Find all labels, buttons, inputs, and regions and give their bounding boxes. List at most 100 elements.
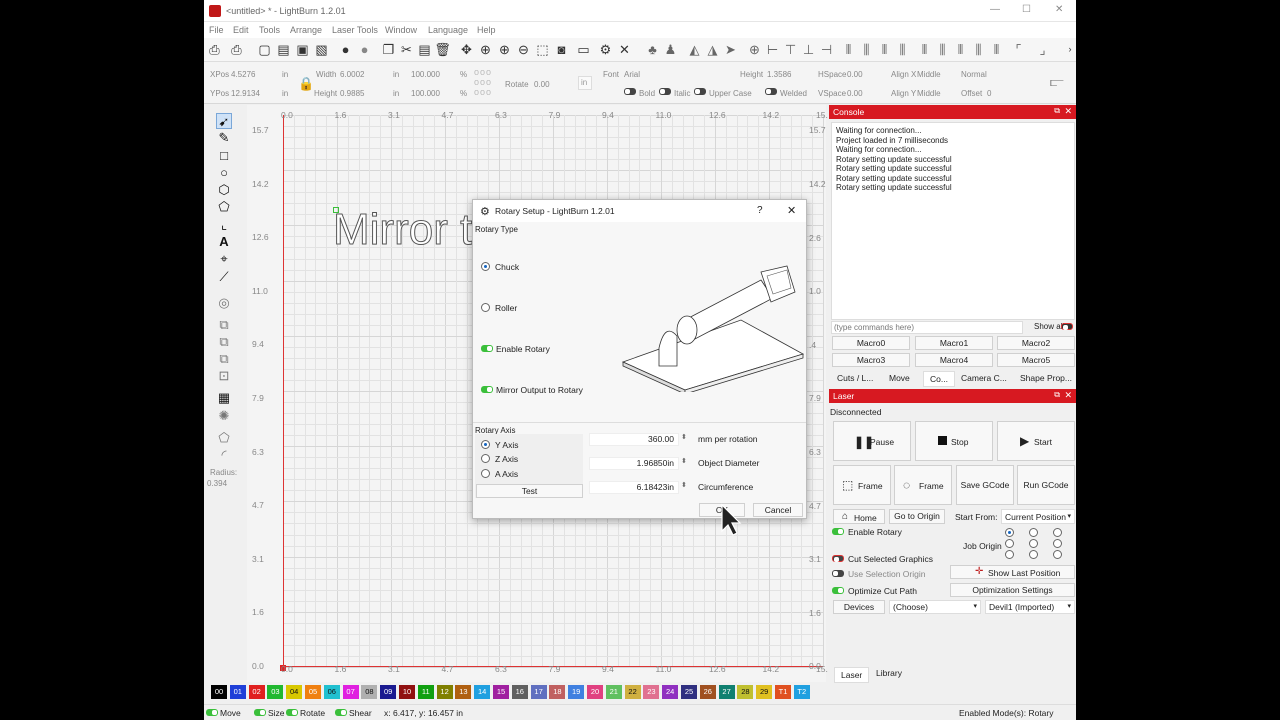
select-icon[interactable]: ➹ — [216, 113, 232, 129]
mirror-h-icon[interactable]: ◭ — [686, 41, 703, 58]
palette-swatch[interactable]: 05 — [305, 685, 321, 699]
space-v-icon[interactable]: ⫼ — [894, 41, 911, 58]
home-button[interactable]: ⌂ Home — [833, 509, 885, 524]
palette-swatch[interactable]: 03 — [267, 685, 284, 699]
palette-swatch[interactable]: 01 — [229, 685, 246, 699]
paste-icon[interactable]: ▤ — [416, 41, 433, 58]
stop-button[interactable]: Stop — [915, 421, 993, 461]
palette-swatch[interactable]: T2 — [793, 685, 810, 699]
devices-button[interactable]: Devices — [833, 600, 885, 614]
palette-swatch[interactable]: 08 — [361, 685, 378, 699]
dock-left-icon[interactable]: ⫼ — [934, 41, 951, 58]
scale-height-value[interactable]: 100.000 — [411, 89, 440, 98]
corner-br-icon[interactable]: ⌟ — [1034, 41, 1051, 58]
menu-edit[interactable]: Edit — [233, 25, 249, 35]
palette-swatch[interactable]: 12 — [436, 685, 453, 699]
lock-icon[interactable]: 🔒 — [298, 76, 314, 92]
text-icon[interactable]: A — [216, 234, 232, 250]
align-right-icon[interactable]: ⊣ — [818, 41, 835, 58]
radius-value[interactable]: 0.394 — [207, 479, 227, 488]
palette-swatch[interactable]: 24 — [662, 685, 679, 699]
palette-swatch[interactable]: 06 — [323, 685, 340, 699]
object-diameter-input[interactable]: 1.96850in — [589, 457, 679, 470]
optimize-cut-path-toggle[interactable] — [832, 587, 844, 594]
size-toggle[interactable] — [254, 709, 266, 716]
device-choose-select[interactable]: (Choose) ▾ — [889, 600, 981, 614]
circumference-input[interactable]: 6.18423in — [589, 481, 679, 494]
offset-value[interactable]: 0 — [987, 89, 991, 98]
palette-swatch[interactable]: 09 — [380, 685, 397, 699]
welded-toggle[interactable] — [765, 88, 777, 95]
ungroup-icon[interactable]: ♟ — [662, 41, 679, 58]
more-chevron-icon[interactable]: › — [1066, 41, 1074, 58]
circumference-spinner[interactable]: ⬍ — [681, 481, 687, 489]
tab-cuts-layers[interactable]: Cuts / L... — [837, 373, 873, 383]
settings-icon[interactable]: ⚙ — [597, 41, 614, 58]
tab-shape-properties[interactable]: Shape Prop... — [1020, 373, 1072, 383]
device-select[interactable]: Devil1 (Imported) ▾ — [985, 600, 1075, 614]
monitor-icon[interactable]: ▭ — [575, 41, 592, 58]
macro5-button[interactable]: Macro5 — [997, 353, 1075, 367]
upper-case-toggle[interactable] — [694, 88, 706, 95]
dock-top-icon[interactable]: ⫼ — [970, 41, 987, 58]
zoom-in-icon[interactable]: ⊕ — [496, 41, 513, 58]
pause-button[interactable]: ❚❚ Pause — [833, 421, 911, 461]
circular-array-icon[interactable]: ✺ — [216, 408, 232, 424]
dialog-help-button[interactable]: ? — [757, 205, 763, 216]
palette-swatch[interactable]: 20 — [587, 685, 603, 699]
palette-swatch[interactable]: 21 — [605, 685, 622, 699]
use-selection-origin-toggle[interactable] — [832, 570, 844, 577]
xpos-value[interactable]: 4.5276 — [231, 70, 255, 79]
menu-language[interactable]: Language — [428, 25, 468, 35]
palette-swatch[interactable]: 10 — [399, 685, 415, 699]
frame-button[interactable]: ⬚ Frame — [833, 465, 891, 505]
selection-handle[interactable] — [333, 207, 339, 213]
minimize-button[interactable]: — — [990, 4, 1000, 15]
palette-swatch[interactable]: 25 — [681, 685, 697, 699]
job-origin-radio[interactable] — [1005, 528, 1014, 537]
align-center-icon[interactable]: ⊕ — [746, 41, 763, 58]
save-gcode-button[interactable]: Save GCode — [956, 465, 1014, 505]
palette-swatch[interactable]: 17 — [530, 685, 547, 699]
boolean-union-icon[interactable]: ⧉ — [216, 317, 232, 333]
tab-console[interactable]: Co... — [923, 371, 955, 387]
maximize-button[interactable]: ☐ — [1022, 4, 1031, 15]
open-folder-icon[interactable]: ▤ — [275, 41, 292, 58]
rectangle-icon[interactable]: □ — [216, 148, 232, 164]
palette-swatch[interactable]: 18 — [549, 685, 566, 699]
menu-arrange[interactable]: Arrange — [290, 25, 322, 35]
boolean-intersect-icon[interactable]: ⧉ — [216, 351, 232, 367]
menu-file[interactable]: File — [209, 25, 224, 35]
job-origin-radio[interactable] — [1053, 528, 1062, 537]
save-icon[interactable]: ▣ — [294, 41, 311, 58]
edit-nodes-icon[interactable]: ✎ — [216, 130, 232, 146]
macro1-button[interactable]: Macro1 — [915, 336, 993, 350]
cut-icon[interactable]: ✂ — [398, 41, 415, 58]
alignx-select[interactable]: Middle — [917, 70, 941, 79]
palette-swatch[interactable]: 27 — [718, 685, 735, 699]
shear-toggle[interactable] — [335, 709, 347, 716]
print-icon[interactable]: ⎙ — [206, 41, 223, 58]
palette-swatch[interactable]: 29 — [756, 685, 773, 699]
frame-circle-button[interactable]: ◌ Frame — [894, 465, 952, 505]
mirror-v-icon[interactable]: ◮ — [704, 41, 721, 58]
show-all-toggle[interactable] — [1061, 323, 1073, 330]
show-last-position-button[interactable]: ✛ Show Last Position — [950, 565, 1075, 579]
distribute-v-icon[interactable]: ⫼ — [858, 41, 875, 58]
job-origin-radio[interactable] — [1005, 539, 1014, 548]
y-axis-radio[interactable] — [481, 440, 490, 449]
bold-toggle[interactable] — [624, 88, 636, 95]
palette-swatch[interactable]: 07 — [342, 685, 359, 699]
tab-laser[interactable]: Laser — [834, 667, 870, 683]
italic-toggle[interactable] — [659, 88, 671, 95]
mm-per-rotation-input[interactable]: 360.00 — [589, 433, 679, 446]
anchor-grid-icon[interactable]: ooo ooo ooo — [474, 67, 502, 99]
palette-swatch[interactable]: 11 — [417, 685, 434, 699]
pentagon-icon[interactable]: ⬠ — [216, 199, 232, 215]
palette-swatch[interactable]: T1 — [775, 685, 791, 699]
move-together-icon[interactable]: ⫴ — [916, 41, 933, 58]
z-axis-radio[interactable] — [481, 454, 490, 463]
undo-icon[interactable]: ● — [337, 41, 354, 58]
macro2-button[interactable]: Macro2 — [997, 336, 1075, 350]
job-origin-radio[interactable] — [1029, 550, 1038, 559]
